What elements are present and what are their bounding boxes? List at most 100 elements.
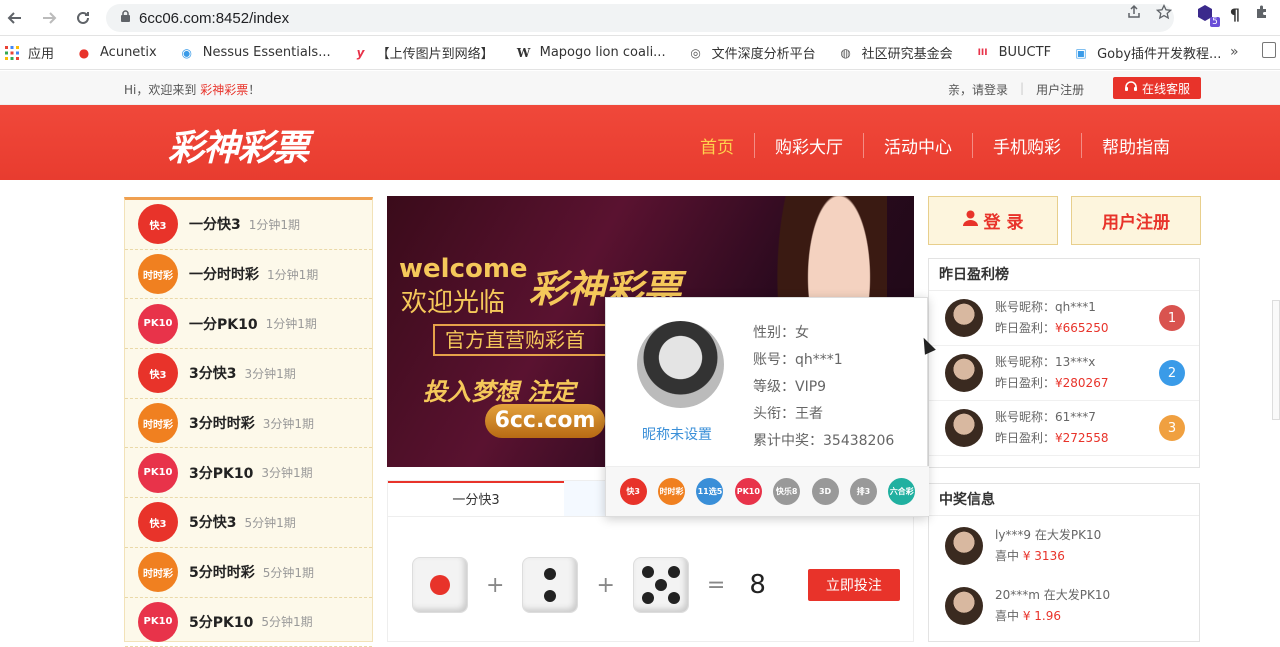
wikipedia-icon: W [516, 45, 532, 61]
lottery-type-icon[interactable]: 3D [812, 478, 839, 505]
popup-total-winnings: 累计中奖：35438206 [753, 428, 894, 455]
headset-icon [1124, 80, 1138, 97]
forward-icon[interactable] [38, 7, 60, 29]
lottery-type-icon[interactable]: 快乐8 [773, 478, 800, 505]
game-item[interactable]: 时时彩3分时时彩3分钟1期 [125, 399, 372, 449]
site-logo[interactable]: 彩神彩票 [168, 119, 308, 171]
apps-grid-icon [4, 45, 20, 61]
bookmark-file-analysis[interactable]: ◎ 文件深度分析平台 [688, 43, 816, 62]
welcome-prefix: Hi，欢迎来到 [124, 83, 196, 97]
goby-icon: ▣ [1073, 45, 1089, 61]
globe-icon: ◍ [838, 45, 854, 61]
ranking-amount: ¥272558 [1055, 431, 1108, 445]
game-item[interactable]: 快35分快35分钟1期 [125, 498, 372, 548]
nav-lottery-hall[interactable]: 购彩大厅 [754, 133, 863, 158]
side-float-tab[interactable] [1272, 300, 1280, 420]
nessus-icon: ◉ [179, 45, 195, 61]
reload-icon[interactable] [72, 7, 94, 29]
ranking-title: 昨日盈利榜 [929, 259, 1199, 291]
back-icon[interactable] [4, 7, 26, 29]
online-service-button[interactable]: 在线客服 [1113, 77, 1201, 99]
ranking-row[interactable]: 账号昵称：61***7昨日盈利：¥2725583 [929, 401, 1199, 456]
bookmark-goby[interactable]: ▣ Goby插件开发教程... [1073, 43, 1221, 62]
profit-label: 昨日盈利： [995, 376, 1055, 390]
bookmark-nessus[interactable]: ◉ Nessus Essentials... [179, 45, 331, 61]
lottery-type-icon[interactable]: 排3 [850, 478, 877, 505]
extension-hexagon-icon[interactable]: 5 [1196, 4, 1216, 24]
nav-home[interactable]: 首页 [680, 133, 754, 158]
nav-mobile-lottery[interactable]: 手机购彩 [972, 133, 1081, 158]
avatar [945, 354, 983, 392]
game-item[interactable]: 快33分快33分钟1期 [125, 349, 372, 399]
more-bookmarks-icon[interactable]: » [1230, 44, 1239, 60]
welcome-suffix: ！ [248, 83, 260, 97]
ranking-row[interactable]: 账号昵称：13***x昨日盈利：¥2802672 [929, 346, 1199, 401]
lottery-type-icon[interactable]: 六合彩 [888, 478, 915, 505]
bookmark-star-icon[interactable] [1156, 4, 1172, 24]
lottery-logo-icon: 时时彩 [138, 254, 178, 294]
game-name: 3分PK10 [189, 463, 253, 483]
share-icon[interactable] [1126, 4, 1142, 24]
winner-prefix: 喜中 [995, 549, 1019, 563]
bookmark-apps[interactable]: 应用 [4, 43, 54, 62]
game-item[interactable]: 快3一分快31分钟1期 [125, 200, 372, 250]
winner-prefix: 喜中 [995, 609, 1019, 623]
bookmark-label: 应用 [28, 43, 54, 62]
profit-label: 昨日盈利： [995, 321, 1055, 335]
rank-badge: 2 [1159, 360, 1185, 386]
login-button[interactable]: 登 录 [928, 196, 1058, 245]
bookmark-buuctf[interactable]: III BUUCTF [975, 45, 1051, 61]
site-topbar: Hi，欢迎来到 彩神彩票！ 亲，请登录 | 用户注册 在线客服 [0, 71, 1280, 105]
site-header: 彩神彩票 首页 购彩大厅 活动中心 手机购彩 帮助指南 [0, 105, 1280, 180]
lottery-type-icon[interactable]: 快3 [620, 478, 647, 505]
lottery-type-icon[interactable]: 时时彩 [658, 478, 685, 505]
nav-activity-center[interactable]: 活动中心 [863, 133, 972, 158]
game-item[interactable]: 时时彩一分时时彩1分钟1期 [125, 250, 372, 300]
lottery-logo-icon: 快3 [138, 353, 178, 393]
game-list: 快3一分快31分钟1期时时彩一分时时彩1分钟1期PK10一分PK101分钟1期快… [124, 197, 373, 642]
die-five [633, 557, 689, 613]
user-info-popup: 昵称未设置 性别：女 账号：qh***1 等级：VIP9 头衔：王者 累计中奖：… [605, 297, 928, 517]
register-link[interactable]: 用户注册 [1036, 81, 1084, 98]
lottery-type-icon[interactable]: 11选5 [696, 478, 723, 505]
paragraph-icon[interactable]: ¶ [1230, 5, 1240, 24]
nav-help-guide[interactable]: 帮助指南 [1081, 133, 1190, 158]
winner-row: ly***9 在大发PK10喜中 ¥ 3136 [929, 516, 1199, 576]
tab-one-minute-k3[interactable]: 一分快3 [388, 481, 564, 516]
bet-now-button[interactable]: 立即投注 [808, 569, 900, 601]
bookmark-community-fund[interactable]: ◍ 社区研究基金会 [838, 43, 953, 62]
game-item[interactable]: PK103分PK103分钟1期 [125, 448, 372, 498]
popup-gender: 性别：女 [753, 320, 894, 347]
browser-toolbar: 6cc06.com:8452/index 5 ¶ [0, 0, 1280, 36]
game-frequency: 3分钟1期 [263, 415, 314, 432]
game-item[interactable]: PK105分PK105分钟1期 [125, 598, 372, 647]
welcome-brand: 彩神彩票 [200, 83, 248, 97]
lottery-logo-icon: 快3 [138, 204, 178, 244]
url-text: 6cc06.com:8452/index [139, 10, 289, 27]
game-item[interactable]: 时时彩5分时时彩5分钟1期 [125, 548, 372, 598]
game-name: 一分PK10 [189, 314, 258, 334]
register-button[interactable]: 用户注册 [1071, 196, 1201, 245]
bookmark-upload-image[interactable]: y 【上传图片到网络】 [353, 43, 494, 62]
ranking-row[interactable]: 账号昵称：qh***1昨日盈利：¥6652501 [929, 291, 1199, 346]
login-link[interactable]: 亲，请登录 [948, 81, 1008, 98]
die-one [412, 557, 468, 613]
popup-nickname[interactable]: 昵称未设置 [642, 424, 712, 444]
bookmark-acunetix[interactable]: ● Acunetix [76, 45, 157, 61]
avatar [637, 321, 724, 408]
game-name: 5分PK10 [189, 612, 253, 632]
puzzle-icon[interactable] [1254, 4, 1270, 24]
user-icon [963, 210, 978, 231]
lottery-logo-icon: 时时彩 [138, 552, 178, 592]
popup-title: 头衔：王者 [753, 401, 894, 428]
bookmark-mapogo[interactable]: W Mapogo lion coali... [516, 45, 666, 61]
game-item[interactable]: PK10一分PK101分钟1期 [125, 299, 372, 349]
game-name: 5分时时彩 [189, 562, 255, 582]
banner-welcome: welcome [399, 254, 528, 284]
lottery-logo-icon: PK10 [138, 304, 178, 344]
address-bar[interactable]: 6cc06.com:8452/index [106, 4, 1174, 32]
folder-icon[interactable] [1262, 42, 1276, 58]
bookmark-label: Nessus Essentials... [203, 45, 331, 60]
lottery-type-icon[interactable]: PK10 [735, 478, 762, 505]
avatar [945, 527, 983, 565]
